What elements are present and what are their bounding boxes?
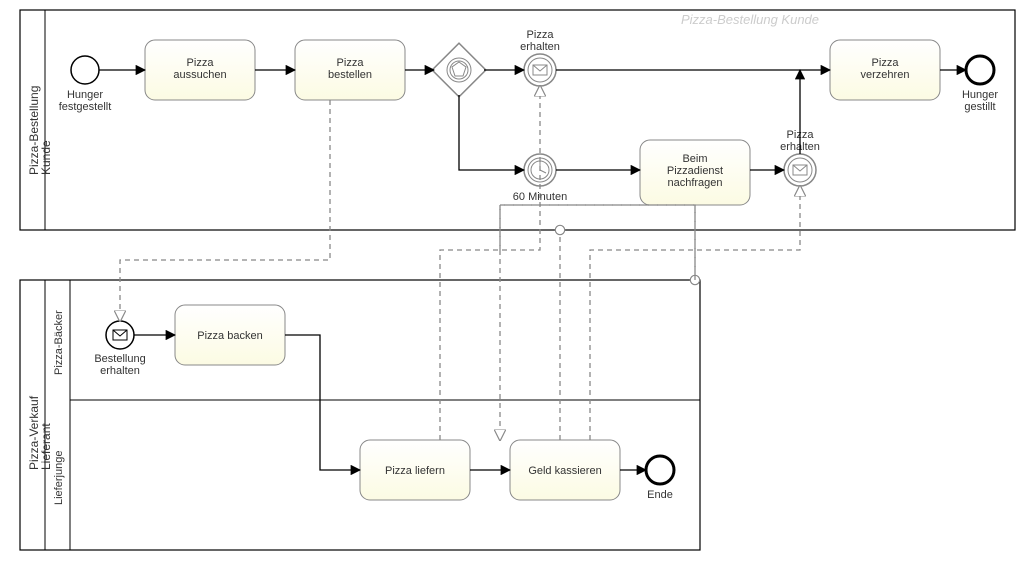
task-bake-pizza: Pizza backen [175,305,285,365]
diagram-watermark: Pizza-Bestellung Kunde [681,12,819,27]
msgflow-ask-to-vendor [500,205,695,280]
end-event-hunger: Hungergestillt [962,56,998,113]
end-event-vendor: Ende [646,456,674,501]
task-select-pizza: Pizzaaussuchen [145,40,255,100]
svg-text:Hungergestillt: Hungergestillt [962,89,998,113]
svg-text:Pizza liefern: Pizza liefern [385,465,445,477]
bpmn-diagram: Pizza-BestellungKunde Pizza-Bestellung K… [0,0,1029,567]
msgflow-ask-to-vendor-2 [500,205,695,440]
pool-customer-label: Pizza-BestellungKunde [27,86,53,175]
lane-baker-label: Pizza-Bäcker [53,310,65,375]
svg-text:Geld kassieren: Geld kassieren [528,465,601,477]
message-catch-top: Pizzaerhalten [520,29,560,86]
task-eat-pizza: Pizzaverzehren [830,40,940,100]
svg-text:Bestellungerhalten: Bestellungerhalten [94,353,145,377]
event-based-gateway [432,43,486,97]
message-start-vendor: Bestellungerhalten [94,321,145,377]
task-ask-vendor: BeimPizzadienstnachfragen [640,140,750,205]
start-event-hunger: Hungerfestgestellt [59,56,112,113]
svg-text:Pizzaerhalten: Pizzaerhalten [520,29,560,53]
msgflow-order [120,100,330,321]
svg-text:Hungerfestgestellt: Hungerfestgestellt [59,89,112,113]
task-deliver-pizza: Pizza liefern [360,440,470,500]
pool-vendor-label: Pizza-VerkaufLieferant [27,395,53,470]
msgflow-deliver-top [440,86,540,440]
task-collect-money: Geld kassieren [510,440,620,500]
svg-text:Ende: Ende [647,489,673,501]
task-order-pizza: Pizzabestellen [295,40,405,100]
lane-courier-label: Lieferjunge [53,451,65,505]
svg-text:Pizza backen: Pizza backen [197,330,262,342]
